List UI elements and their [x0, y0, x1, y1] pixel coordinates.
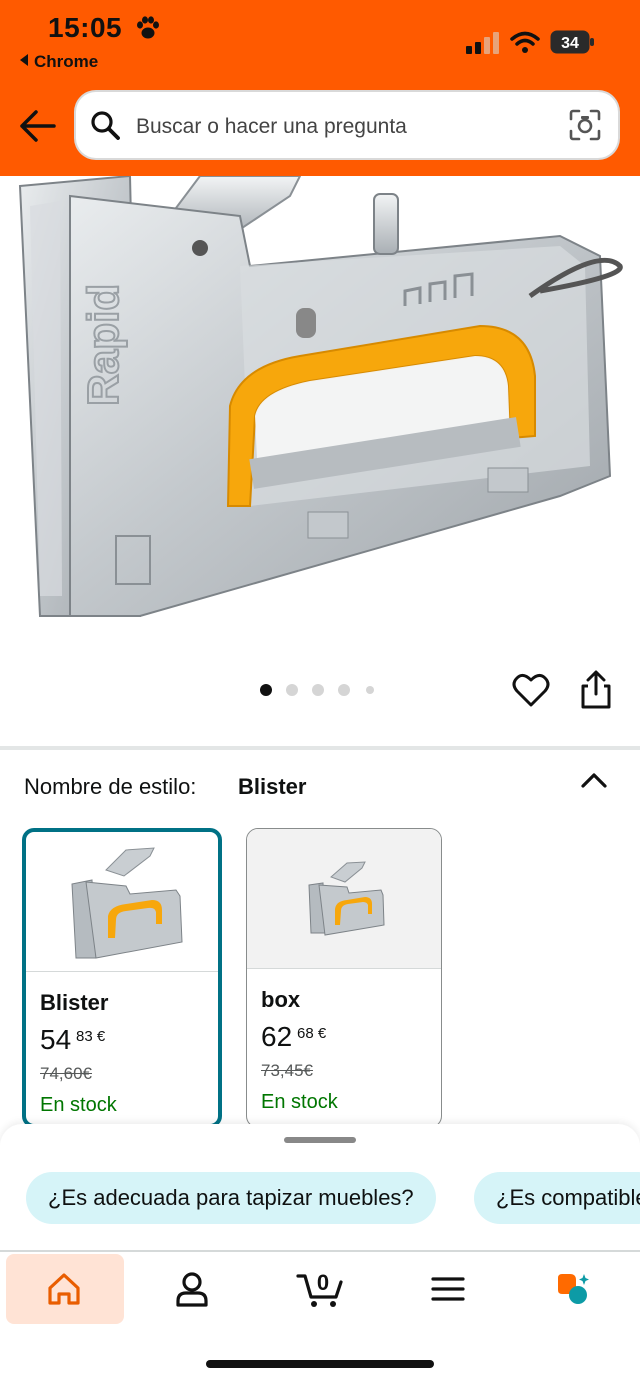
variant-old-price: 73,45€	[261, 1061, 313, 1080]
variant-name: Blister	[40, 990, 109, 1015]
variant-stock-status: En stock	[40, 1094, 117, 1116]
battery-level: 34	[561, 35, 579, 52]
stapler-thumbnail-icon	[308, 861, 385, 936]
battery-icon: 34	[550, 30, 594, 54]
suggestion-chip[interactable]: ¿Es adecuada para tapizar muebles?	[26, 1172, 436, 1224]
variant-price-whole: 54	[40, 1024, 72, 1055]
variant-name: box	[261, 987, 301, 1012]
cellular-signal-icon	[466, 32, 499, 54]
chevron-up-icon[interactable]	[580, 770, 608, 790]
carousel-dot[interactable]	[312, 684, 324, 696]
style-value: Blister	[238, 774, 307, 799]
carousel-indicator[interactable]	[258, 682, 382, 698]
menu-icon[interactable]	[430, 1270, 466, 1308]
paw-icon	[137, 16, 159, 39]
back-arrow-icon[interactable]	[18, 108, 58, 144]
stapler-illustration: Rapid	[18, 176, 623, 617]
search-icon	[91, 111, 120, 140]
camera-search-icon[interactable]	[568, 108, 602, 142]
heart-icon[interactable]	[512, 672, 550, 708]
rufus-icon[interactable]	[554, 1270, 590, 1308]
variant-price-whole: 62	[261, 1021, 293, 1052]
carousel-dot[interactable]	[260, 684, 272, 696]
home-indicator	[206, 1360, 434, 1368]
svg-text:Rapid: Rapid	[79, 284, 128, 406]
carousel-dot[interactable]	[338, 684, 350, 696]
cart-count: 0	[317, 1270, 329, 1295]
home-icon[interactable]	[46, 1270, 82, 1308]
back-app-label: Chrome	[34, 52, 99, 71]
search-placeholder: Buscar o hacer una pregunta	[136, 115, 407, 138]
back-triangle-icon	[20, 54, 28, 66]
variant-card-blister[interactable]: Blister 54 83 € 74,60€ En stock	[22, 828, 222, 1128]
cart-icon[interactable]: 0	[296, 1270, 344, 1308]
sheet-drag-handle[interactable]	[284, 1137, 356, 1143]
style-label: Nombre de estilo:	[24, 774, 197, 799]
carousel-dot[interactable]	[366, 686, 374, 694]
status-time: 15:05	[48, 12, 123, 43]
search-input[interactable]: Buscar o hacer una pregunta	[74, 90, 620, 160]
product-image[interactable]: Rapid	[0, 176, 640, 656]
variant-thumbnail	[247, 829, 441, 969]
variant-price-fraction: 68 €	[297, 1025, 327, 1042]
stapler-thumbnail-icon	[71, 847, 183, 959]
variant-old-price: 74,60€	[40, 1064, 92, 1083]
account-icon[interactable]	[174, 1270, 210, 1308]
variant-price-fraction: 83 €	[76, 1028, 106, 1045]
suggestion-chip[interactable]: ¿Es compatible	[474, 1172, 640, 1224]
carousel-dot[interactable]	[286, 684, 298, 696]
wifi-icon	[510, 31, 540, 53]
variant-card-box[interactable]: box 62 68 € 73,45€ En stock	[246, 828, 442, 1128]
variant-thumbnail	[26, 832, 218, 972]
share-icon[interactable]	[578, 670, 614, 710]
variant-stock-status: En stock	[261, 1091, 338, 1113]
section-divider	[0, 746, 640, 750]
back-to-app-link[interactable]: Chrome	[20, 52, 98, 72]
